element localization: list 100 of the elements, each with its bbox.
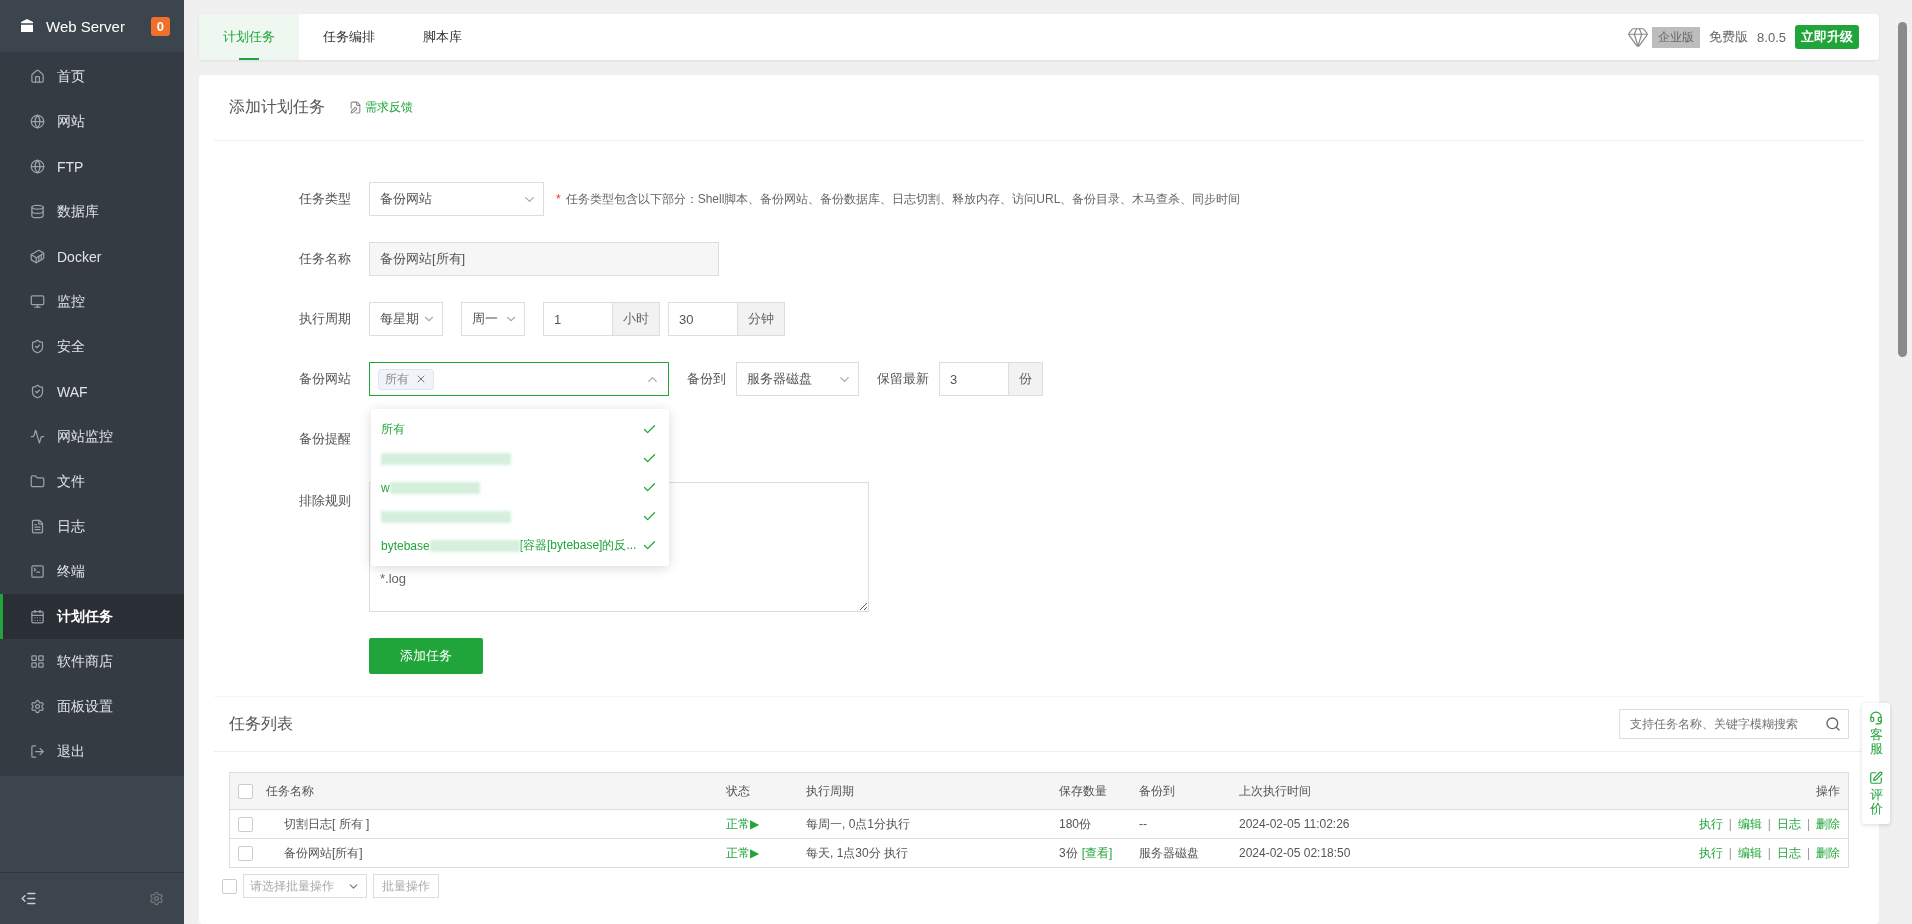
shield-icon [30, 384, 45, 399]
sidebar-item[interactable]: 软件商店 [0, 639, 184, 684]
folder-icon [30, 474, 45, 489]
table-cell-text: 2024-02-05 02:18:50 [1239, 846, 1352, 860]
scrollbar-thumb[interactable] [1898, 22, 1907, 357]
sidebar-item[interactable]: 退出 [0, 729, 184, 774]
table-cell-text: 每周一, 0点1分执行 [806, 815, 911, 833]
field-label: 备份到 [687, 370, 726, 388]
sidebar-item[interactable]: 监控 [0, 279, 184, 324]
section-title: 添加计划任务 [229, 97, 325, 117]
status-cell-text: 正常▶ [726, 815, 761, 833]
separator: | [1767, 846, 1771, 860]
collapse-icon[interactable] [20, 890, 37, 907]
shield-icon [30, 339, 45, 354]
section-title: 任务列表 [229, 713, 293, 734]
headset-icon[interactable] [1869, 711, 1883, 725]
field-label: 备份网站 [298, 370, 352, 388]
unit-label: 份 [1009, 362, 1043, 396]
app-title: Web Server [46, 17, 126, 35]
table-cell: 180份 [1059, 815, 1092, 833]
terminal-icon [30, 564, 45, 579]
sidebar-item[interactable]: 安全 [0, 324, 184, 369]
sidebar-item[interactable]: 首页 [0, 54, 184, 99]
settings-icon[interactable] [149, 891, 164, 906]
separator: | [1806, 846, 1810, 860]
field-label: 保留最新 [877, 370, 929, 388]
calendar-icon [30, 609, 45, 624]
separator: | [1806, 817, 1810, 831]
sidebar-item[interactable]: 计划任务 [0, 594, 184, 639]
field-label: 排除规则 [298, 492, 352, 510]
period-select[interactable]: 每星期 [369, 302, 443, 336]
sidebar-item[interactable]: 数据库 [0, 189, 184, 234]
sidebar-item[interactable]: 文件 [0, 459, 184, 504]
minute-field[interactable]: 30 [668, 302, 738, 336]
field-label: 执行周期 [298, 310, 352, 328]
checkbox[interactable] [222, 878, 237, 894]
database-icon [30, 204, 45, 219]
sidebar-item[interactable]: 网站监控 [0, 414, 184, 459]
separator: | [1767, 817, 1771, 831]
table-cell-text: 2024-02-05 11:02:26 [1239, 817, 1351, 831]
globe-icon [30, 114, 45, 129]
diamond-icon [1627, 26, 1650, 48]
field-label: 任务名称 [298, 250, 352, 268]
column-header: 备份到 [1139, 782, 1176, 800]
plan-label: 免费版 [1709, 28, 1749, 46]
edit-icon[interactable] [1869, 770, 1883, 785]
table-cell: 3份 [1059, 844, 1078, 862]
separator: | [1728, 817, 1732, 831]
container-icon [30, 249, 45, 264]
tab[interactable]: 任务编排 [299, 14, 399, 60]
checkbox[interactable] [238, 845, 253, 861]
sidebar-item[interactable]: Docker [0, 234, 184, 279]
globe-icon [30, 159, 45, 174]
status-cell-text: 正常▶ [726, 844, 761, 862]
sidebar-item[interactable]: 日志 [0, 504, 184, 549]
monitor-icon [30, 294, 45, 309]
table-cell-text: 备份网站[所有] [283, 844, 364, 862]
unit-label: 分钟 [738, 302, 785, 336]
column-header: 状态 [726, 782, 751, 800]
target-select[interactable]: 服务器磁盘 [736, 362, 859, 396]
column-header: 保存数量 [1059, 782, 1108, 800]
search-field[interactable]: 支持任务名称、关键字模糊搜索 [1619, 709, 1849, 739]
separator: | [1728, 846, 1732, 860]
task-type-select[interactable]: 备份网站 [369, 182, 544, 216]
field-label: 备份提醒 [298, 430, 352, 448]
column-header: 上次执行时间 [1239, 782, 1312, 800]
checkbox[interactable] [238, 783, 253, 799]
unit-label: 小时 [613, 302, 660, 336]
sidebar-item[interactable]: WAF [0, 369, 184, 414]
column-header: 执行周期 [806, 782, 855, 800]
settings-icon [30, 699, 45, 714]
hour-field[interactable]: 1 [543, 302, 613, 336]
column-header: 操作 [1815, 782, 1841, 800]
table-cell-text: 切割日志[ 所有 ] [283, 815, 371, 833]
task-name-field[interactable]: 备份网站[所有] [369, 242, 719, 276]
sidebar-item[interactable]: 面板设置 [0, 684, 184, 729]
grid-icon [30, 654, 45, 669]
sidebar-item[interactable]: 终端 [0, 549, 184, 594]
remove-icon[interactable] [415, 373, 427, 385]
pulse-icon [30, 429, 45, 444]
hint-text: * 任务类型包含以下部分：Shell脚本、备份网站、备份数据库、日志切割、释放内存、访问URL、备份目录、木马查杀、同步时间 [556, 190, 1241, 208]
weekday-select[interactable]: 周一 [461, 302, 525, 336]
edition-tag: 企业版 [1652, 26, 1701, 48]
checkbox[interactable] [238, 816, 253, 832]
table-cell-text: -- [1139, 817, 1148, 831]
logo-icon [18, 17, 36, 35]
logout-icon [30, 744, 45, 759]
tab[interactable]: 脚本库 [399, 14, 486, 60]
version-label: 8.0.5 [1757, 29, 1786, 45]
field-label: 任务类型 [298, 190, 352, 208]
keep-count-field[interactable]: 3 [939, 362, 1009, 396]
sidebar-item[interactable]: FTP [0, 144, 184, 189]
home-icon [30, 69, 45, 84]
note-icon [349, 101, 362, 114]
column-header: 任务名称 [266, 782, 315, 800]
table-cell-text: 每天, 1点30分 执行 [806, 844, 910, 862]
document-icon [30, 519, 45, 534]
search-icon[interactable] [1825, 716, 1841, 732]
sidebar-item[interactable]: 网站 [0, 99, 184, 144]
table-cell-text: 服务器磁盘 [1139, 844, 1200, 862]
